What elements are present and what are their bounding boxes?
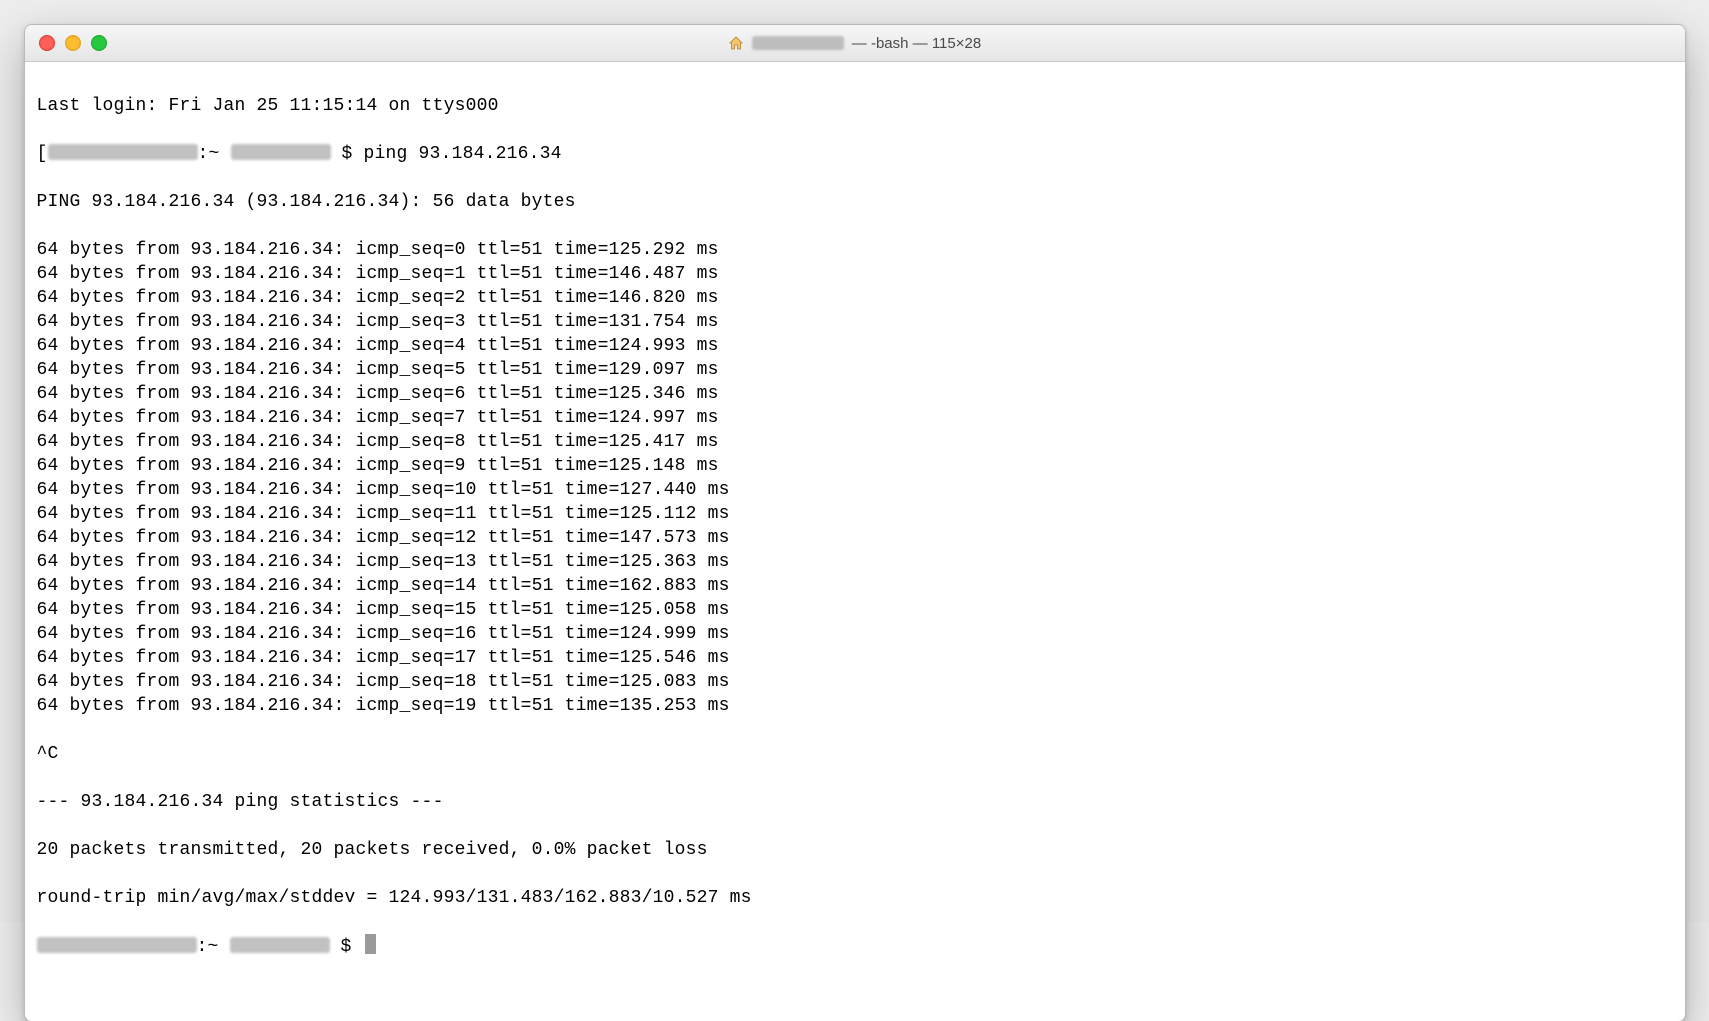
- ping-reply-line: 64 bytes from 93.184.216.34: icmp_seq=2 …: [37, 286, 1673, 310]
- bracket: [: [37, 144, 48, 164]
- obscured-username: [752, 36, 844, 50]
- obscured-username: [231, 144, 331, 160]
- cursor-icon: [365, 934, 376, 954]
- ping-reply-line: 64 bytes from 93.184.216.34: icmp_seq=17…: [37, 646, 1673, 670]
- ping-reply-line: 64 bytes from 93.184.216.34: icmp_seq=8 …: [37, 430, 1673, 454]
- prompt-sep: :~: [198, 144, 231, 164]
- ping-reply-line: 64 bytes from 93.184.216.34: icmp_seq=19…: [37, 694, 1673, 718]
- ping-reply-line: 64 bytes from 93.184.216.34: icmp_seq=14…: [37, 574, 1673, 598]
- obscured-hostname: [37, 937, 197, 953]
- ping-reply-line: 64 bytes from 93.184.216.34: icmp_seq=16…: [37, 622, 1673, 646]
- terminal-window: — -bash — 115×28 Last login: Fri Jan 25 …: [24, 24, 1686, 1021]
- stats-rtt: round-trip min/avg/max/stddev = 124.993/…: [37, 886, 1673, 910]
- ping-reply-line: 64 bytes from 93.184.216.34: icmp_seq=0 …: [37, 238, 1673, 262]
- prompt-command: $ ping 93.184.216.34: [342, 144, 562, 164]
- stats-header: --- 93.184.216.34 ping statistics ---: [37, 790, 1673, 814]
- window-controls: [25, 35, 107, 51]
- ping-reply-line: 64 bytes from 93.184.216.34: icmp_seq=9 …: [37, 454, 1673, 478]
- prompt-line-2: :~ $: [37, 934, 1673, 959]
- window-title-text: — -bash — 115×28: [852, 35, 981, 52]
- ping-reply-line: 64 bytes from 93.184.216.34: icmp_seq=5 …: [37, 358, 1673, 382]
- prompt-dollar: $: [341, 937, 363, 957]
- zoom-icon[interactable]: [91, 35, 107, 51]
- ping-reply-line: 64 bytes from 93.184.216.34: icmp_seq=15…: [37, 598, 1673, 622]
- minimize-icon[interactable]: [65, 35, 81, 51]
- ping-reply-line: 64 bytes from 93.184.216.34: icmp_seq=18…: [37, 670, 1673, 694]
- home-icon: [728, 35, 744, 51]
- prompt-sep: :~: [197, 937, 230, 957]
- terminal-body[interactable]: Last login: Fri Jan 25 11:15:14 on ttys0…: [25, 62, 1685, 1021]
- ping-reply-line: 64 bytes from 93.184.216.34: icmp_seq=10…: [37, 478, 1673, 502]
- interrupt: ^C: [37, 742, 1673, 766]
- ping-reply-line: 64 bytes from 93.184.216.34: icmp_seq=13…: [37, 550, 1673, 574]
- ping-reply-line: 64 bytes from 93.184.216.34: icmp_seq=4 …: [37, 334, 1673, 358]
- close-icon[interactable]: [39, 35, 55, 51]
- obscured-username: [230, 937, 330, 953]
- window-title: — -bash — 115×28: [25, 35, 1685, 52]
- ping-reply-line: 64 bytes from 93.184.216.34: icmp_seq=12…: [37, 526, 1673, 550]
- titlebar[interactable]: — -bash — 115×28: [25, 25, 1685, 62]
- ping-reply-line: 64 bytes from 93.184.216.34: icmp_seq=11…: [37, 502, 1673, 526]
- ping-header: PING 93.184.216.34 (93.184.216.34): 56 d…: [37, 190, 1673, 214]
- ping-reply-line: 64 bytes from 93.184.216.34: icmp_seq=3 …: [37, 310, 1673, 334]
- ping-replies: 64 bytes from 93.184.216.34: icmp_seq=0 …: [37, 238, 1673, 718]
- ping-reply-line: 64 bytes from 93.184.216.34: icmp_seq=6 …: [37, 382, 1673, 406]
- stats-packets: 20 packets transmitted, 20 packets recei…: [37, 838, 1673, 862]
- ping-reply-line: 64 bytes from 93.184.216.34: icmp_seq=1 …: [37, 262, 1673, 286]
- prompt-line-1: [ :~ $ ping 93.184.216.34: [37, 142, 1673, 166]
- last-login-line: Last login: Fri Jan 25 11:15:14 on ttys0…: [37, 94, 1673, 118]
- ping-reply-line: 64 bytes from 93.184.216.34: icmp_seq=7 …: [37, 406, 1673, 430]
- obscured-hostname: [48, 144, 198, 160]
